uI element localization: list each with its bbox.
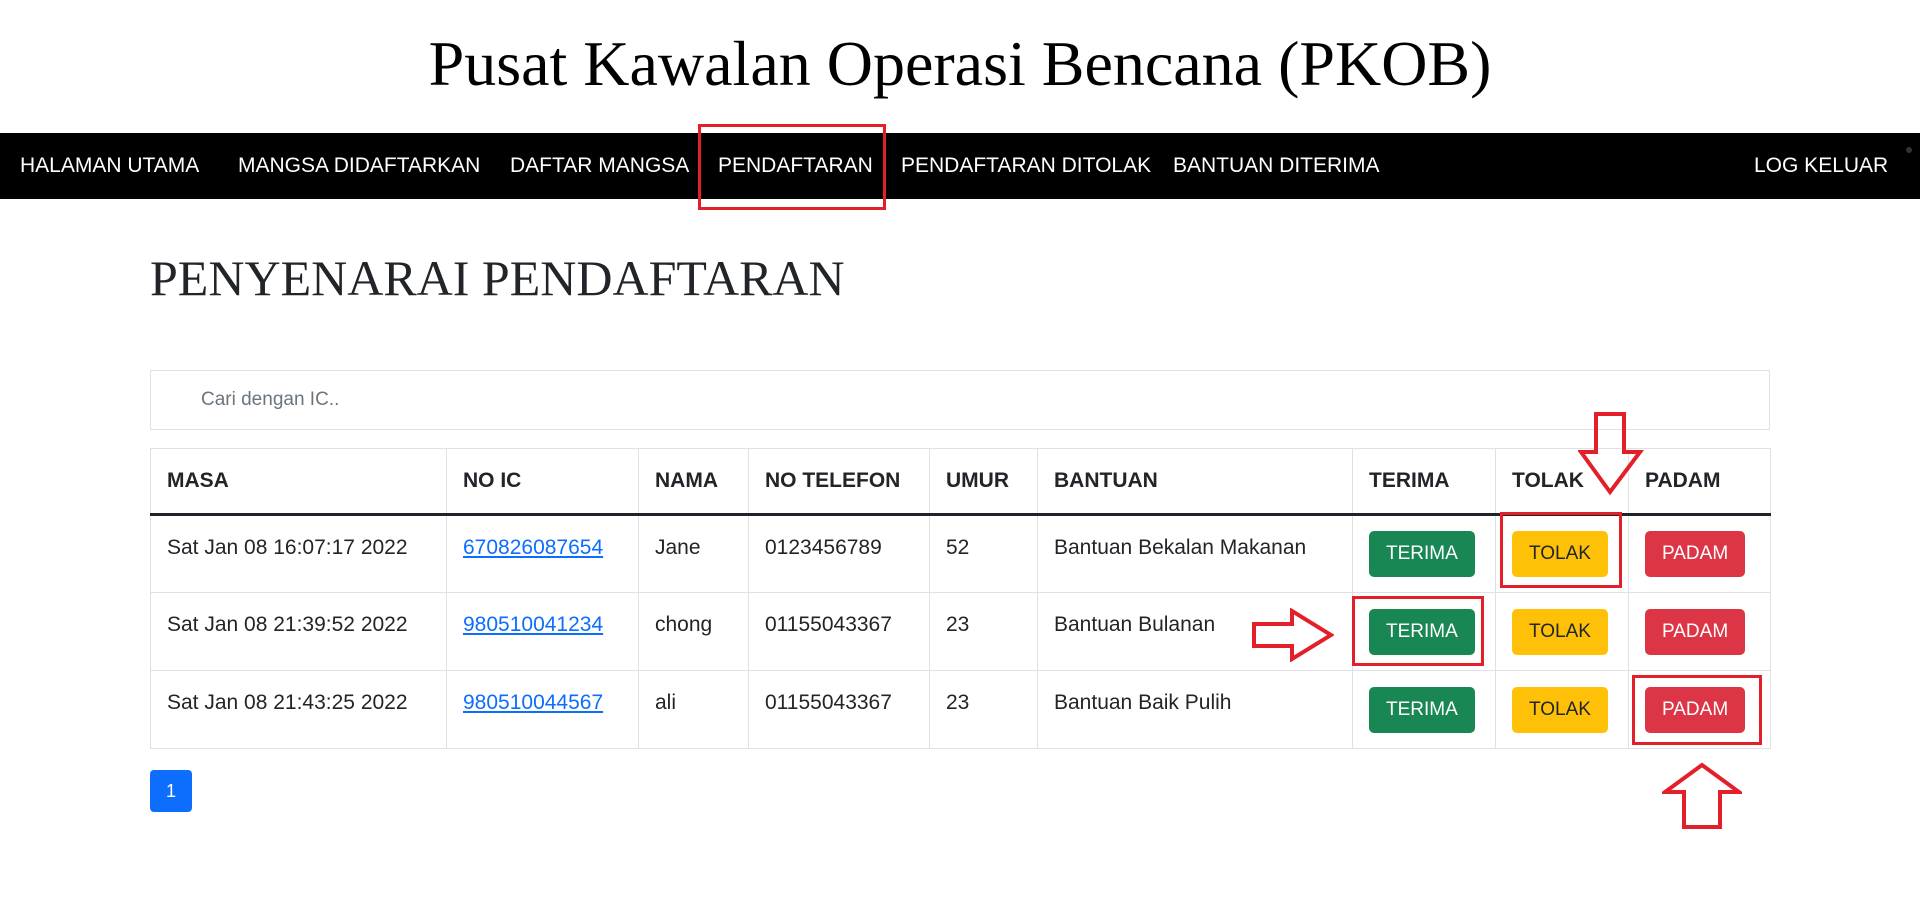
arrow-up-icon — [1662, 762, 1742, 829]
table-row: Sat Jan 08 21:43:25 2022 980510044567 al… — [150, 670, 1771, 749]
nav-item-daftar-mangsa[interactable]: DAFTAR MANGSA — [510, 133, 689, 199]
nav-item-halaman-utama[interactable]: HALAMAN UTAMA — [20, 133, 199, 199]
search-input[interactable] — [150, 370, 1770, 430]
table-row: Sat Jan 08 21:39:52 2022 980510041234 ch… — [150, 592, 1771, 671]
column-header-no-telefon: NO TELEFON — [748, 448, 930, 516]
padam-button[interactable]: PADAM — [1645, 531, 1746, 577]
padam-button[interactable]: PADAM — [1645, 686, 1746, 733]
cell-no-ic: 670826087654 — [446, 514, 639, 593]
logout-link[interactable]: LOG KELUAR — [1754, 133, 1888, 199]
cell-no-telefon: 01155043367 — [748, 670, 930, 749]
cell-tolak: TOLAK — [1495, 670, 1629, 749]
column-header-nama: NAMA — [638, 448, 749, 516]
ic-link[interactable]: 670826087654 — [463, 536, 603, 559]
padam-button[interactable]: PADAM — [1645, 608, 1746, 655]
terima-button[interactable]: TERIMA — [1369, 686, 1475, 733]
cell-umur: 52 — [929, 514, 1038, 593]
cell-padam: PADAM — [1628, 592, 1771, 671]
cell-no-ic: 980510041234 — [446, 592, 639, 671]
cell-no-telefon: 0123456789 — [748, 514, 930, 593]
cell-no-telefon: 01155043367 — [748, 592, 930, 671]
cell-nama: Jane — [638, 514, 749, 593]
table-header-row: MASA NO IC NAMA NO TELEFON UMUR BANTUAN … — [150, 448, 1771, 516]
cell-nama: chong — [638, 592, 749, 671]
pagination-page-button[interactable]: 1 — [150, 770, 192, 812]
cell-no-ic: 980510044567 — [446, 670, 639, 749]
cell-tolak: TOLAK — [1495, 514, 1629, 593]
tolak-button[interactable]: TOLAK — [1512, 608, 1608, 655]
column-header-terima: TERIMA — [1352, 448, 1496, 516]
terima-button[interactable]: TERIMA — [1369, 531, 1475, 577]
tolak-button[interactable]: TOLAK — [1512, 531, 1608, 577]
column-header-no-ic: NO IC — [446, 448, 639, 516]
column-header-masa: MASA — [150, 448, 447, 516]
column-header-umur: UMUR — [929, 448, 1038, 516]
nav-item-pendaftaran[interactable]: PENDAFTARAN — [718, 133, 873, 199]
ic-link[interactable]: 980510044567 — [463, 691, 603, 714]
navbar: HALAMAN UTAMA MANGSA DIDAFTARKAN DAFTAR … — [0, 133, 1920, 199]
cell-terima: TERIMA — [1352, 592, 1496, 671]
cell-bantuan: Bantuan Baik Pulih — [1037, 670, 1353, 749]
cell-padam: PADAM — [1628, 670, 1771, 749]
nav-item-pendaftaran-ditolak[interactable]: PENDAFTARAN DITOLAK — [901, 133, 1151, 199]
cell-nama: ali — [638, 670, 749, 749]
site-title: Pusat Kawalan Operasi Bencana (PKOB) — [428, 28, 1492, 99]
cell-bantuan: Bantuan Bulanan — [1037, 592, 1353, 671]
column-header-tolak: TOLAK — [1495, 448, 1629, 516]
cell-terima: TERIMA — [1352, 670, 1496, 749]
cell-masa: Sat Jan 08 21:43:25 2022 — [150, 670, 447, 749]
nav-item-mangsa-didaftarkan[interactable]: MANGSA DIDAFTARKAN — [238, 133, 480, 199]
cell-masa: Sat Jan 08 16:07:17 2022 — [150, 514, 447, 593]
registration-table: MASA NO IC NAMA NO TELEFON UMUR BANTUAN … — [150, 448, 1771, 749]
cell-terima: TERIMA — [1352, 514, 1496, 593]
column-header-padam: PADAM — [1628, 448, 1771, 516]
cell-umur: 23 — [929, 670, 1038, 749]
cell-padam: PADAM — [1628, 514, 1771, 593]
terima-button[interactable]: TERIMA — [1369, 608, 1475, 655]
nav-item-bantuan-diterima[interactable]: BANTUAN DITERIMA — [1173, 133, 1380, 199]
column-header-bantuan: BANTUAN — [1037, 448, 1353, 516]
cell-bantuan: Bantuan Bekalan Makanan — [1037, 514, 1353, 593]
page-title: PENYENARAI PENDAFTARAN — [150, 250, 845, 306]
table-row: Sat Jan 08 16:07:17 2022 670826087654 Ja… — [150, 514, 1771, 593]
tolak-button[interactable]: TOLAK — [1512, 686, 1608, 733]
cell-masa: Sat Jan 08 21:39:52 2022 — [150, 592, 447, 671]
nav-dot — [1906, 147, 1912, 153]
cell-umur: 23 — [929, 592, 1038, 671]
ic-link[interactable]: 980510041234 — [463, 613, 603, 636]
cell-tolak: TOLAK — [1495, 592, 1629, 671]
